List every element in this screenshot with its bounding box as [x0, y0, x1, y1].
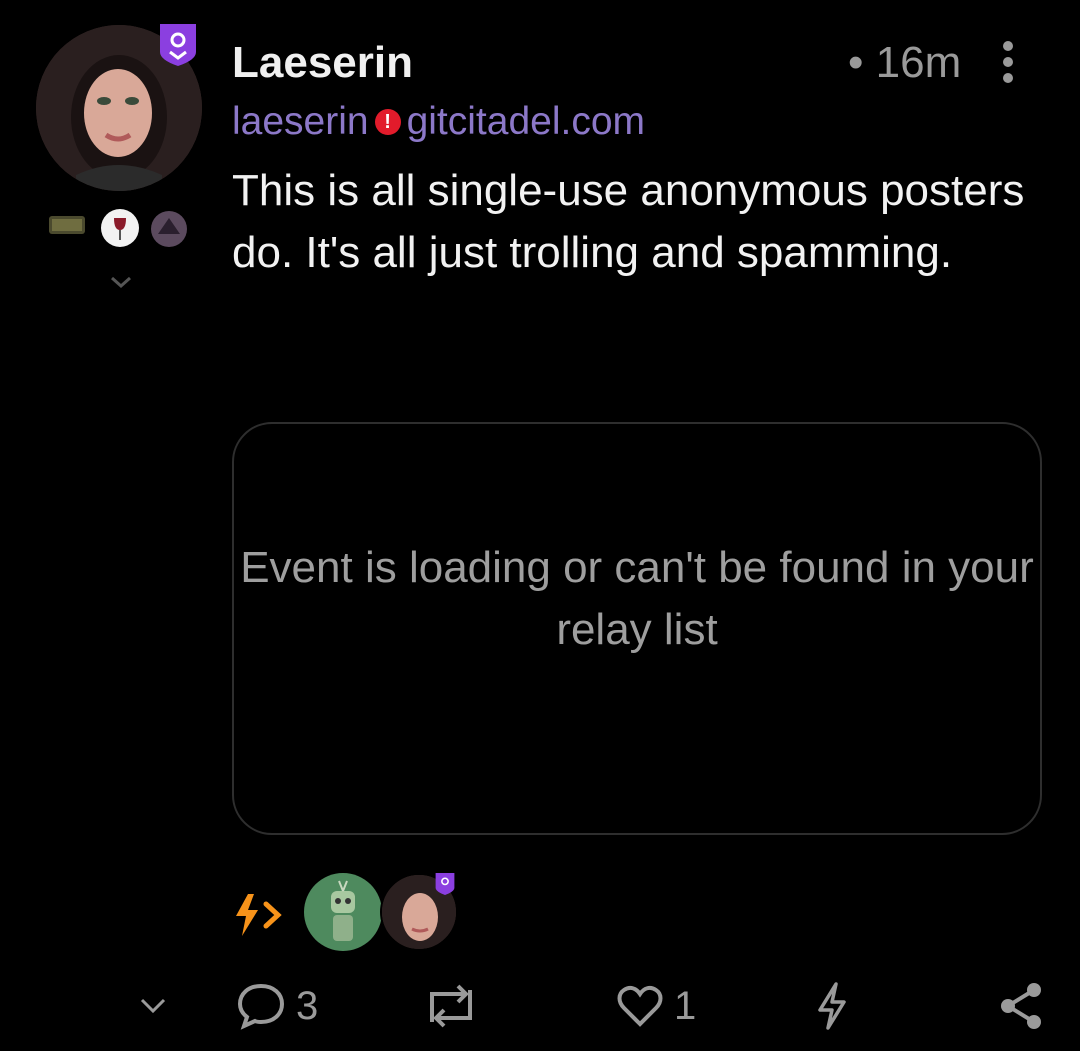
reply-button[interactable]: 3: [236, 980, 318, 1032]
embedded-event-message: Event is loading or can't be found in yo…: [240, 543, 1034, 654]
share-icon: [1001, 983, 1041, 1029]
reply-count: 3: [296, 983, 319, 1028]
nip05-domain: gitcitadel.com: [406, 100, 646, 143]
heart-icon: [617, 985, 663, 1027]
warning-icon: !: [374, 109, 401, 135]
zap-button[interactable]: [814, 980, 850, 1032]
repost-button[interactable]: [420, 980, 482, 1032]
zap-icon[interactable]: [232, 890, 290, 940]
purple-shield-badge-icon: [434, 872, 456, 896]
post-content: This is all single-use anonymous posters…: [232, 166, 1025, 277]
zapper-avatar-robot[interactable]: [304, 873, 382, 951]
nip05-user: laeserin: [232, 100, 369, 143]
like-button[interactable]: 1: [616, 980, 696, 1032]
reply-icon: [237, 983, 285, 1030]
purple-shield-badge-icon: [158, 22, 198, 68]
expand-thread-button[interactable]: [138, 980, 168, 1032]
chevron-down-icon: [140, 998, 166, 1014]
nip05-identifier[interactable]: laeserin ! gitcitadel.com: [232, 100, 645, 144]
author-name[interactable]: Laeserin: [232, 38, 413, 88]
repost-icon: [430, 984, 472, 1028]
badge-image-2[interactable]: [100, 208, 140, 248]
share-button[interactable]: [996, 980, 1046, 1032]
badge-image-1[interactable]: [48, 212, 86, 238]
more-vertical-icon[interactable]: [998, 40, 1018, 84]
lightning-icon: [818, 982, 846, 1030]
chevron-down-icon[interactable]: [108, 272, 134, 292]
post-time: • 16m: [848, 38, 962, 87]
badge-image-3[interactable]: [150, 210, 188, 248]
like-count: 1: [674, 983, 697, 1028]
